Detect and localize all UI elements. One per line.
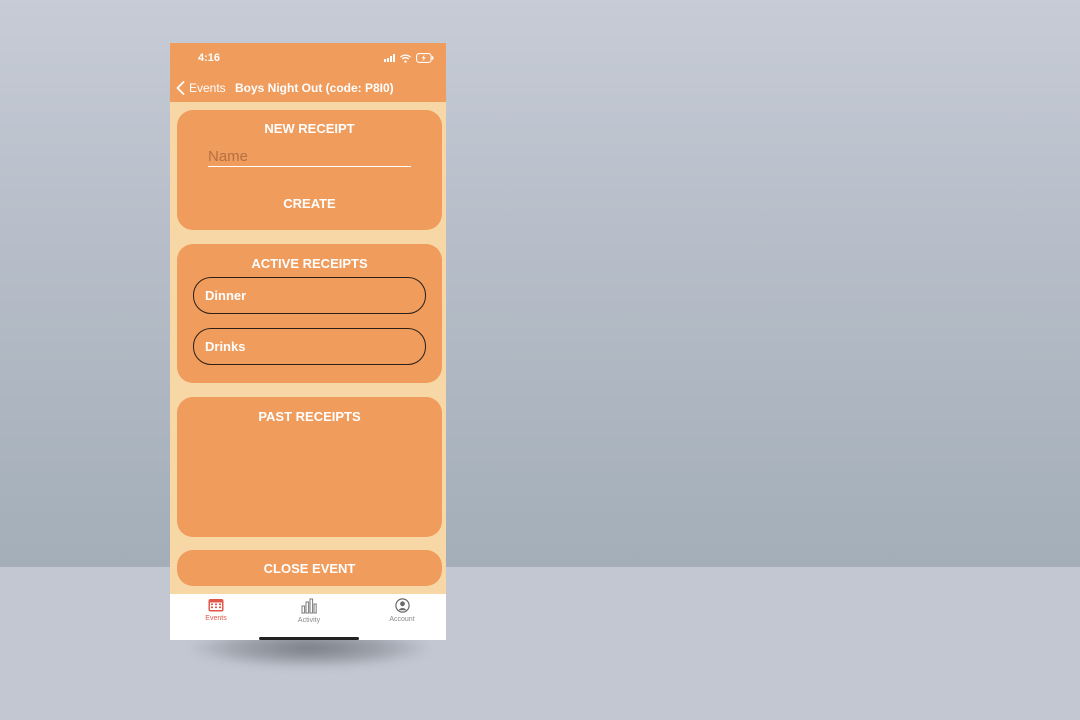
status-time: 4:16	[198, 52, 221, 64]
receipt-item-drinks[interactable]: Drinks	[193, 328, 426, 365]
past-receipts-title: PAST RECEIPTS	[258, 409, 361, 424]
active-receipts-card: ACTIVE RECEIPTS Dinner Drinks	[177, 244, 442, 383]
receipt-item-label: Drinks	[205, 339, 246, 354]
wifi-icon	[400, 53, 411, 63]
receipt-item-label: Dinner	[205, 288, 247, 303]
header: 4:16 Events Boys Night Out (code: P8I0)	[170, 43, 446, 102]
battery-charging-icon	[416, 53, 434, 63]
close-event-label: CLOSE EVENT	[263, 561, 356, 576]
status-icons	[384, 52, 434, 64]
tab-activity[interactable]: Activity	[274, 598, 344, 624]
calendar-icon	[208, 599, 224, 612]
tab-bar: Events Activity Account	[170, 594, 446, 640]
phone-screen: 4:16 Events Boys Night Out (code: P8I0)	[170, 43, 446, 640]
new-receipt-title: NEW RECEIPT	[264, 121, 355, 136]
active-receipts-title: ACTIVE RECEIPTS	[251, 256, 368, 271]
create-button[interactable]: CREATE	[237, 192, 382, 214]
bar-chart-icon	[301, 598, 317, 614]
tab-account[interactable]: Account	[367, 598, 437, 623]
chevron-left-icon	[176, 81, 185, 95]
page-title: Boys Night Out (code: P8I0)	[235, 81, 394, 95]
home-indicator	[259, 637, 359, 640]
past-receipts-card: PAST RECEIPTS	[177, 397, 442, 537]
receipt-item-dinner[interactable]: Dinner	[193, 277, 426, 314]
receipt-name-input[interactable]	[208, 147, 411, 167]
back-button[interactable]: Events	[176, 81, 226, 95]
user-circle-icon	[394, 598, 410, 613]
tab-account-label: Account	[389, 616, 415, 623]
backdrop-floor	[0, 567, 1080, 720]
back-label: Events	[189, 81, 226, 95]
new-receipt-card: NEW RECEIPT CREATE	[177, 110, 442, 230]
tab-events[interactable]: Events	[181, 598, 251, 622]
tab-activity-label: Activity	[297, 617, 321, 624]
signal-icon	[384, 54, 395, 62]
tab-events-label: Events	[205, 615, 227, 622]
close-event-button[interactable]: CLOSE EVENT	[177, 550, 442, 586]
